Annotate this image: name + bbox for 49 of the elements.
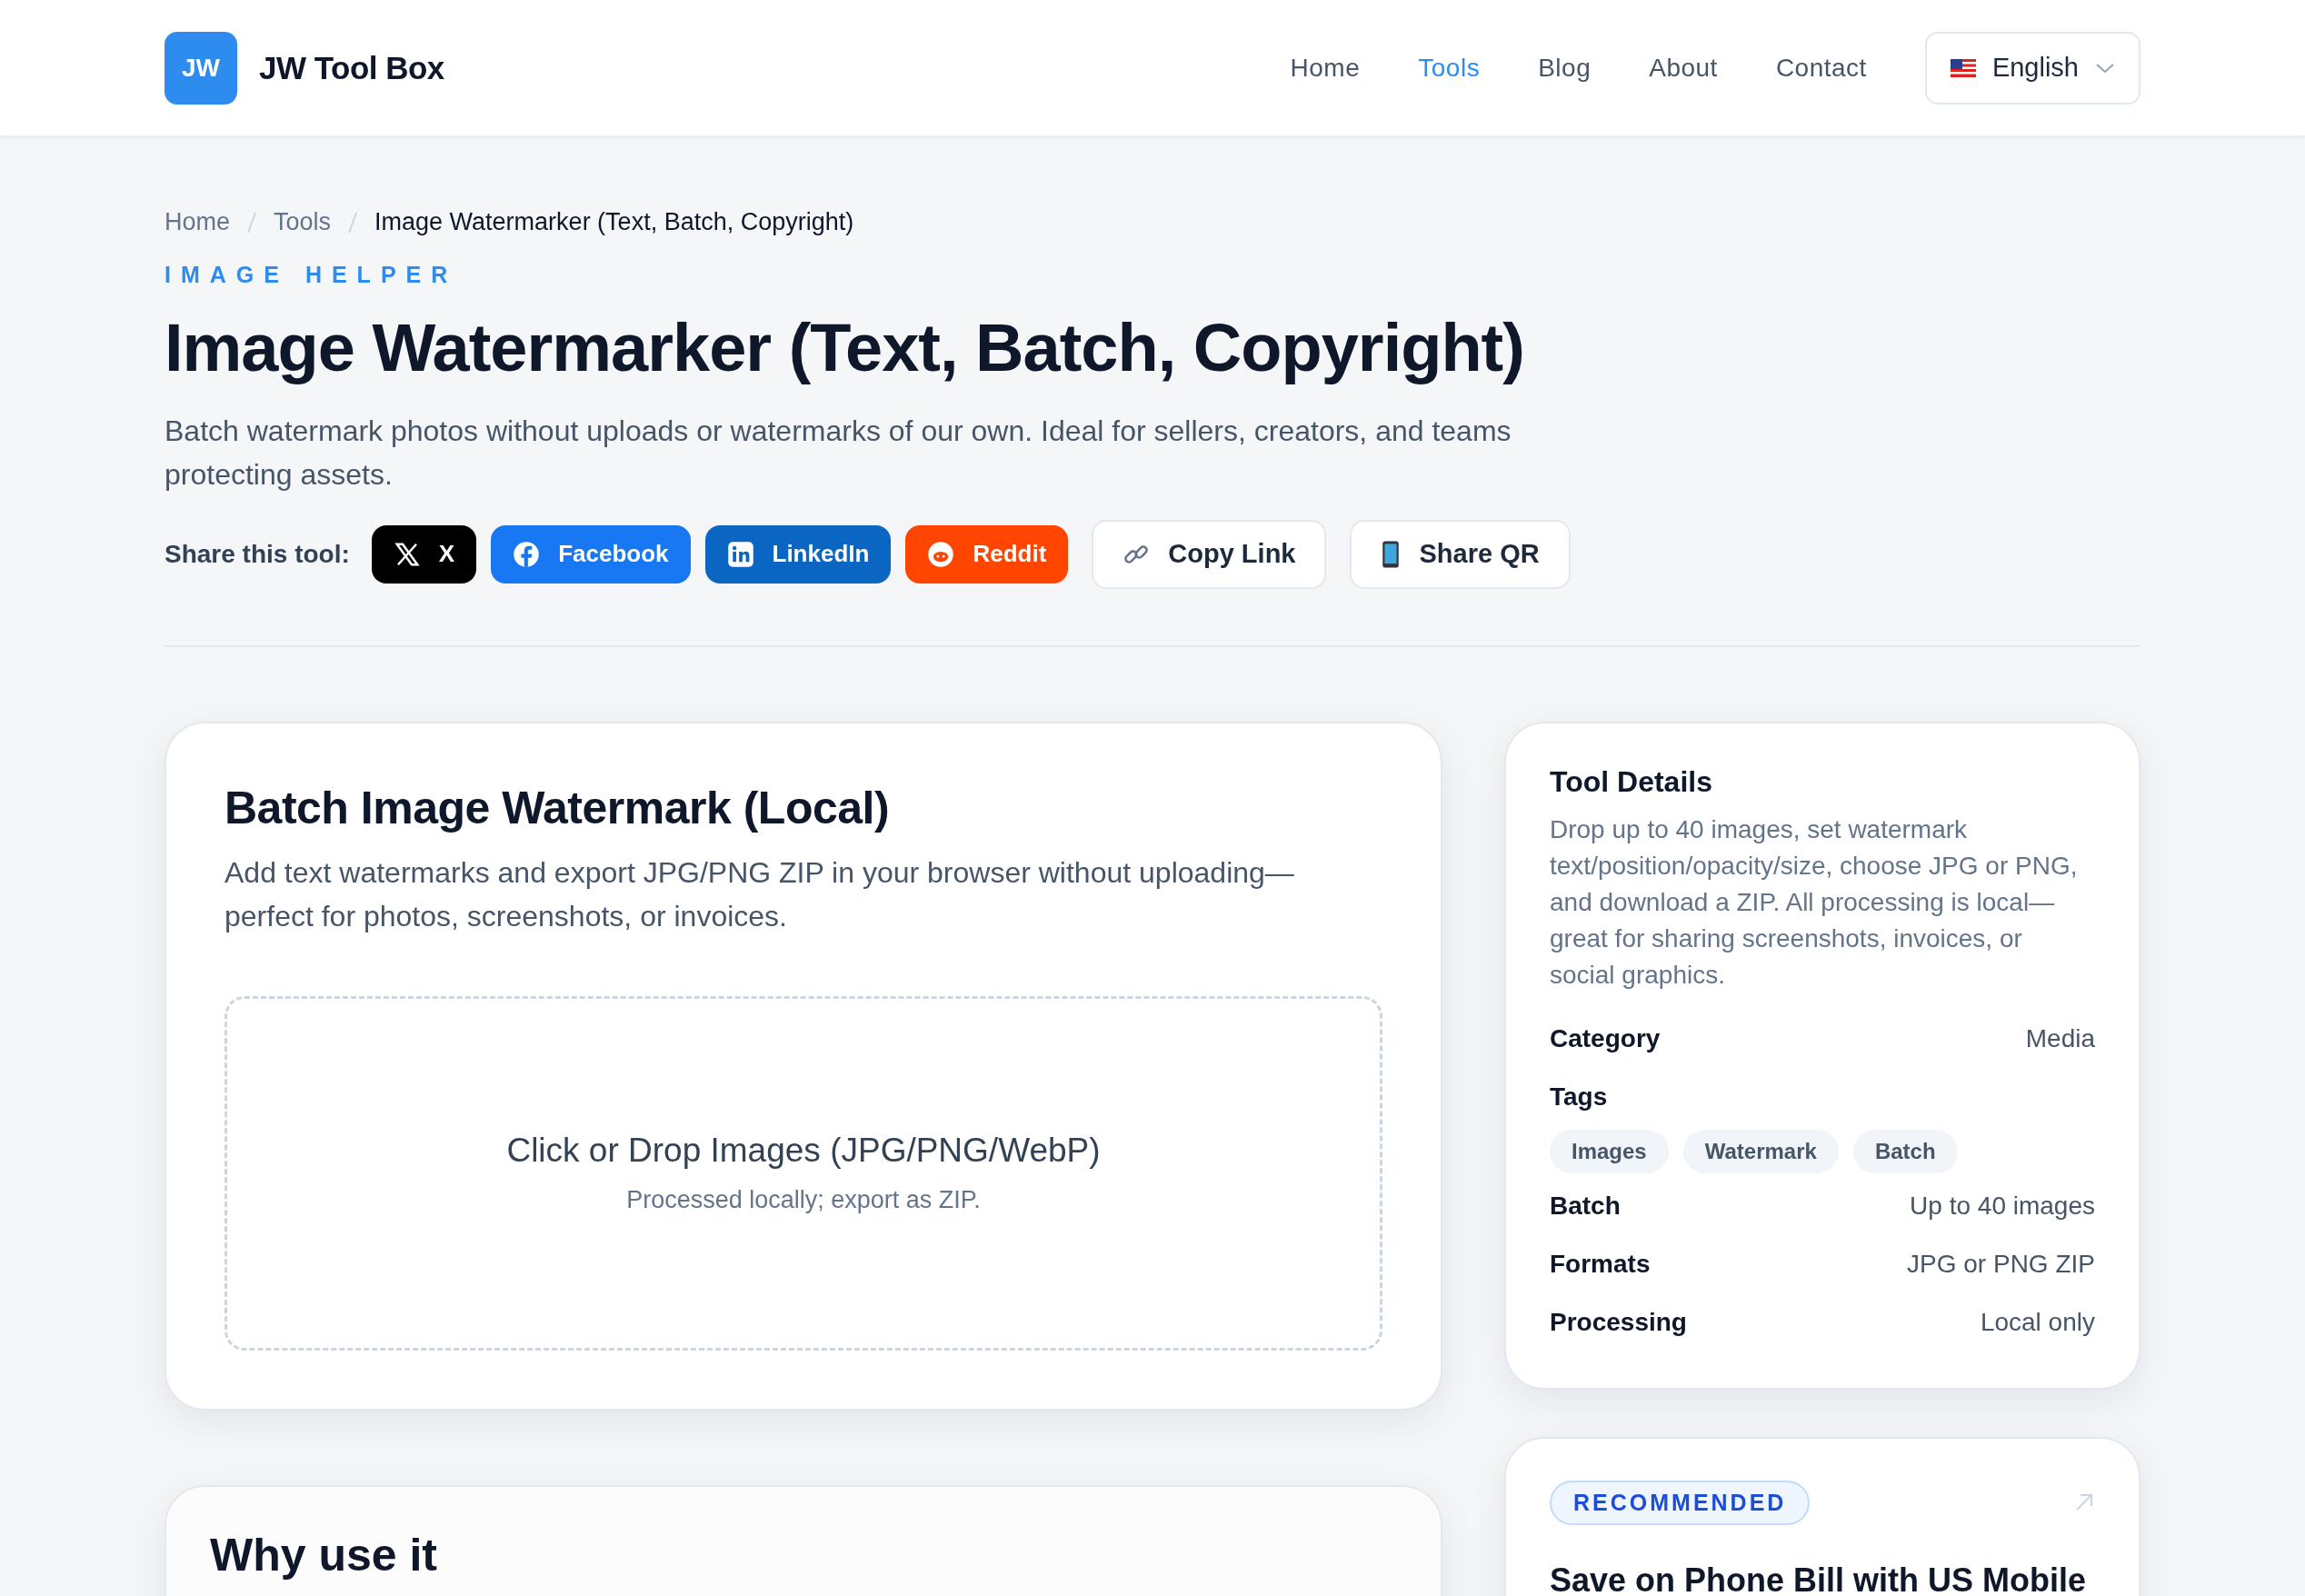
tag-chip[interactable]: Watermark [1682,1129,1839,1173]
detail-label: Processing [1550,1307,1687,1337]
breadcrumb-current: Image Watermarker (Text, Batch, Copyright) [374,208,854,236]
breadcrumb-separator-icon [246,210,258,234]
detail-label: Category [1550,1023,1661,1053]
nav-link[interactable]: Blog [1538,53,1592,83]
reddit-logo-icon [927,540,955,568]
recommended-badge: RECOMMENDED [1550,1480,1811,1525]
tag-chip[interactable]: Batch [1852,1129,1958,1173]
phone-icon [1381,539,1402,569]
breadcrumb-link[interactable]: Home [165,208,231,236]
breadcrumb-link[interactable]: Tools [274,208,332,236]
nav-link[interactable]: Contact [1775,53,1867,83]
facebook-logo-icon [513,540,541,568]
detail-label: Tags [1550,1082,1608,1112]
share-linkedin-button[interactable]: LinkedIn [704,524,892,584]
brand-name[interactable]: JW Tool Box [259,49,444,86]
tag-chip[interactable]: Images [1550,1129,1669,1173]
share-label: Share this tool: [165,539,350,569]
share-x-button[interactable]: X [371,524,477,584]
detail-value: JPG or PNG ZIP [1907,1249,2095,1279]
chevron-down-icon [2095,61,2115,75]
recommended-title: Save on Phone Bill with US Mobile [1550,1561,2088,1596]
breadcrumb-separator-icon [347,210,359,234]
details-title: Tool Details [1550,764,1713,799]
details-description: Drop up to 40 images, set watermark text/position/opacity/size, choose JPG or PNG, and download a ZIP. All processing is local—great for sharing screenshots, invoices, or social graphics. [1550,813,2079,991]
linkedin-logo-icon [726,540,754,568]
share-facebook-button[interactable]: Facebook [491,524,691,584]
detail-value: Local only [1980,1307,2095,1337]
eyebrow-label: IMAGE HELPER [165,262,459,288]
language-select[interactable]: English [1924,31,2140,105]
nav-link[interactable]: Home [1290,53,1361,83]
card-description: Add text watermarks and export JPG/PNG ZIP in your browser without uploading—perfect for photos, screenshots, or invoices. [225,854,1295,934]
nav-link[interactable]: About [1649,53,1718,83]
page-description: Batch watermark photos without uploads or watermarks of our own. Ideal for sellers, creators, and teams protecting assets. [165,413,1512,493]
detail-label: Formats [1550,1249,1651,1279]
page-title: Image Watermarker (Text, Batch, Copyright) [165,309,1525,387]
detail-value: Up to 40 images [1910,1191,2095,1221]
share-qr-button[interactable]: Share QR [1350,519,1571,589]
detail-label: Batch [1550,1191,1621,1221]
drop-zone[interactable]: Click or Drop Images (JPG/PNG/WebP) Processed locally; export as ZIP. [225,995,1382,1351]
card-title: Batch Image Watermark (Local) [225,781,891,834]
recommended-card[interactable]: RECOMMENDED Save on Phone Bill with US Mobile [1504,1436,2140,1596]
flag-icon [1950,58,1976,77]
share-copy-link-button[interactable]: Copy Link [1092,519,1327,589]
drop-zone-hint: Processed locally; export as ZIP. [626,1186,981,1215]
drop-zone-title: Click or Drop Images (JPG/PNG/WebP) [506,1132,1101,1171]
section-title: Why use it [210,1528,439,1581]
detail-value: Media [2025,1023,2095,1053]
